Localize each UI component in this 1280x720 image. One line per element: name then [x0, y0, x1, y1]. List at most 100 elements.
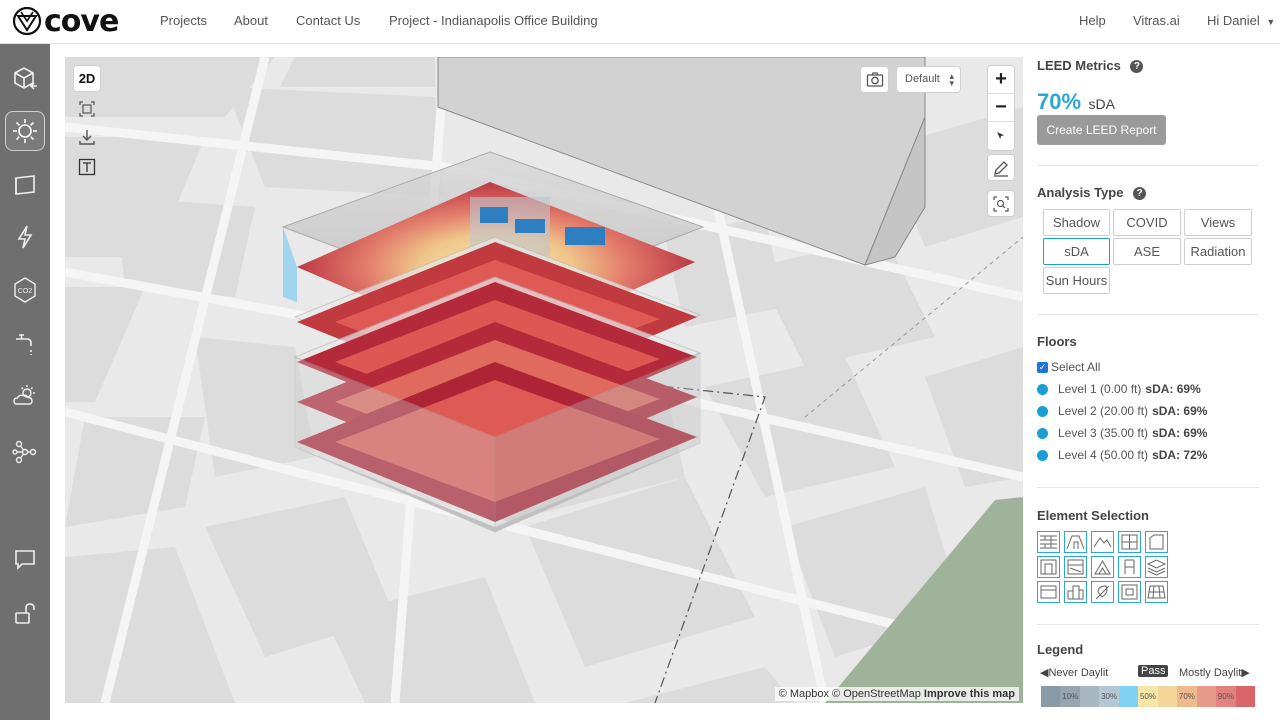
floor-metric: sDA: 69%: [1152, 426, 1208, 440]
view-preset-select[interactable]: Default ▴ ▾: [896, 66, 961, 93]
sidebar-item-lock[interactable]: [5, 594, 45, 634]
improve-map-link[interactable]: Improve this map: [924, 688, 1015, 700]
analysis-type-ase[interactable]: ASE: [1113, 238, 1181, 265]
analysis-type-shadow[interactable]: Shadow: [1043, 209, 1110, 236]
sidebar-item-energy[interactable]: [5, 217, 45, 257]
legend-step: [1235, 686, 1255, 707]
sidebar-item-water[interactable]: [5, 323, 45, 363]
layers-icon: [1146, 559, 1167, 576]
sidebar-item-network[interactable]: [5, 432, 45, 472]
select-all-floors[interactable]: ✓ Select All: [1037, 360, 1100, 374]
select-all-label: Select All: [1051, 360, 1101, 374]
zoom-in-button[interactable]: +: [988, 66, 1014, 94]
legend-step: [1079, 686, 1100, 707]
door-icon: [1040, 559, 1057, 575]
floor-toggle[interactable]: [1037, 427, 1048, 439]
capture-region-icon: [79, 101, 95, 117]
floor-row[interactable]: Level 3 (35.00 ft) sDA: 69%: [1037, 426, 1207, 440]
compass-icon: [997, 132, 1005, 140]
element-panel[interactable]: [1145, 531, 1168, 553]
element-roof[interactable]: [1064, 531, 1087, 553]
element-terrain[interactable]: [1091, 531, 1114, 553]
capture-region-button[interactable]: [73, 96, 101, 122]
buildings-icon: [1067, 585, 1084, 600]
map-viewport[interactable]: 2D Default ▴ ▾ + − © Mapbox © OpenStreet…: [65, 57, 1023, 703]
floor-toggle[interactable]: [1037, 449, 1048, 461]
sidebar-item-climate[interactable]: [5, 376, 45, 416]
analysis-type-views[interactable]: Views: [1184, 209, 1252, 236]
floor-slab-icon: [1067, 559, 1084, 575]
zoom-controls: + −: [987, 65, 1015, 151]
nav-contact[interactable]: Contact Us: [296, 13, 360, 28]
svg-text:CO2: CO2: [18, 288, 33, 295]
zoom-region-icon: [993, 195, 1009, 212]
floor-row[interactable]: Level 2 (20.00 ft) sDA: 69%: [1037, 404, 1207, 418]
nav-project[interactable]: Project - Indianapolis Office Building: [389, 13, 598, 28]
analysis-type-sda[interactable]: sDA: [1043, 238, 1110, 265]
attribution-text[interactable]: © Mapbox © OpenStreetMap: [779, 688, 921, 700]
zoom-extents-button[interactable]: [987, 190, 1015, 217]
chat-icon: [15, 550, 35, 570]
sidebar-item-daylight[interactable]: [5, 111, 45, 151]
floor-toggle[interactable]: [1037, 383, 1048, 395]
caret-down-icon: ▼: [1266, 17, 1276, 27]
tool-sidebar: CO2: [0, 44, 50, 720]
element-floor[interactable]: [1064, 556, 1087, 578]
create-leed-report-button[interactable]: Create LEED Report: [1037, 115, 1166, 145]
text-tool-button[interactable]: [73, 153, 101, 180]
sidebar-item-geometry[interactable]: [5, 58, 45, 98]
floor-toggle[interactable]: [1037, 405, 1048, 417]
element-layers[interactable]: [1145, 556, 1168, 578]
zoom-out-button[interactable]: −: [988, 94, 1014, 122]
help-icon[interactable]: ?: [1133, 187, 1147, 200]
user-menu[interactable]: Hi Daniel ▼: [1207, 13, 1275, 28]
element-shading[interactable]: [1091, 556, 1114, 578]
legend-step: [1118, 686, 1139, 707]
legend-step: [1157, 686, 1178, 707]
nav-about[interactable]: About: [234, 13, 268, 28]
sidebar-item-comments[interactable]: [5, 539, 45, 579]
analysis-type-covid[interactable]: COVID: [1113, 209, 1181, 236]
element-doors[interactable]: [1037, 556, 1060, 578]
floors-title: Floors: [1037, 334, 1077, 349]
analysis-type-radiation[interactable]: Radiation: [1184, 238, 1252, 265]
edit-button[interactable]: [987, 154, 1015, 181]
toggle-2d-button[interactable]: 2D: [73, 65, 101, 92]
download-button[interactable]: [73, 123, 101, 151]
element-furniture[interactable]: [1118, 556, 1141, 578]
cove-logo[interactable]: cove: [12, 4, 119, 39]
nav-vitras[interactable]: Vitras.ai: [1133, 13, 1180, 28]
sda-value: 70%: [1037, 89, 1082, 114]
legend-title: Legend: [1037, 642, 1084, 657]
legend-color-bar: 10% 30% 50% 70% 90%: [1041, 686, 1255, 707]
element-buildings[interactable]: [1064, 581, 1087, 603]
sidebar-item-envelope[interactable]: [5, 164, 45, 204]
screenshot-button[interactable]: [860, 66, 889, 93]
element-windows[interactable]: [1118, 531, 1141, 553]
camera-icon: [866, 71, 883, 87]
cloud-sun-icon: [13, 385, 35, 405]
nav-help[interactable]: Help: [1079, 13, 1106, 28]
element-vegetation[interactable]: [1091, 581, 1114, 603]
floor-row[interactable]: Level 4 (50.00 ft) sDA: 72%: [1037, 448, 1207, 462]
analysis-type-sun-hours[interactable]: Sun Hours: [1043, 267, 1110, 294]
element-walls[interactable]: [1037, 531, 1060, 553]
help-icon[interactable]: ?: [1130, 60, 1144, 73]
floor-row[interactable]: Level 1 (0.00 ft) sDA: 69%: [1037, 382, 1201, 396]
floor-name: Level 1 (0.00 ft): [1058, 382, 1142, 396]
legend-step: 70%: [1177, 686, 1197, 707]
element-ceiling[interactable]: [1037, 581, 1060, 603]
analysis-panel: LEED Metrics ? 70% sDA Create LEED Repor…: [1024, 44, 1280, 720]
element-selection-title: Element Selection: [1037, 508, 1149, 523]
element-skylight[interactable]: [1118, 581, 1141, 603]
panel-shape-icon: [1149, 534, 1164, 550]
leed-metrics-label: LEED Metrics: [1037, 58, 1121, 73]
checkbox-icon[interactable]: ✓: [1037, 361, 1048, 373]
element-grid[interactable]: [1145, 581, 1168, 603]
nav-projects[interactable]: Projects: [160, 13, 207, 28]
compass-button[interactable]: [988, 122, 1014, 150]
sidebar-item-carbon[interactable]: CO2: [5, 270, 45, 310]
analysis-type-title: Analysis Type ?: [1037, 185, 1147, 200]
legend-labels: ◀Never Daylit Pass Mostly Daylit▶: [1037, 665, 1255, 680]
user-greeting: Hi Daniel: [1207, 13, 1260, 28]
